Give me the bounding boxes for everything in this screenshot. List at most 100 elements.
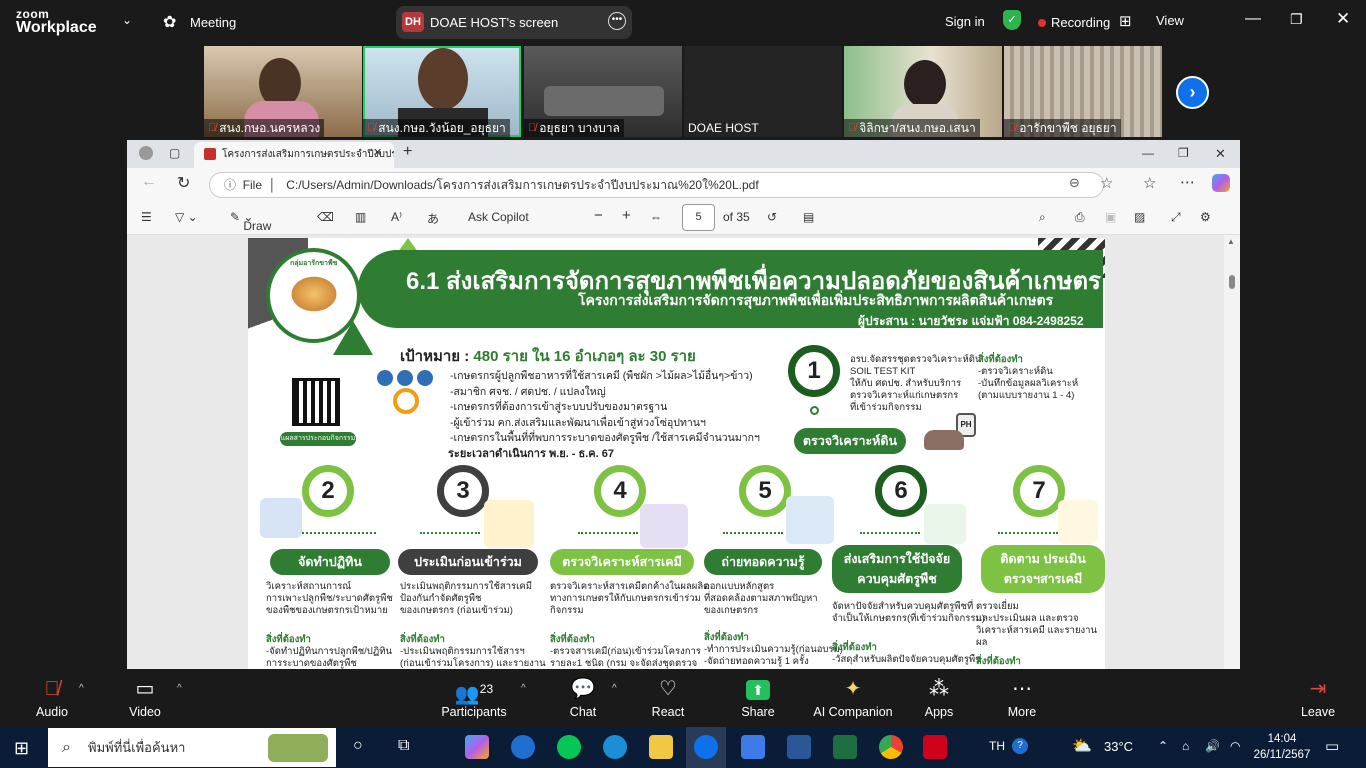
participant-tile[interactable]: 🎙̸ อารักขาพืช อยุธยา: [1004, 46, 1162, 137]
profile-icon[interactable]: [139, 146, 153, 160]
ask-copilot-button[interactable]: Ask Copilot: [468, 210, 529, 224]
participant-tile[interactable]: 🎙̸ สนง.กษอ.นครหลวง: [204, 46, 362, 137]
minimize-icon[interactable]: —: [1245, 10, 1261, 28]
zoom-in-button[interactable]: +: [622, 207, 631, 224]
step-3-need-list: -ประเมินพฤติกรรมการใช้สารฯ (ก่อนเข้าร่วม…: [400, 646, 546, 669]
save-as-icon[interactable]: ▨: [1134, 210, 1145, 224]
chevron-down-icon[interactable]: ⌄: [122, 13, 132, 27]
chat-button[interactable]: 💬 Chat: [568, 677, 598, 719]
read-aloud-icon[interactable]: A⁾: [391, 210, 402, 224]
fullscreen-icon[interactable]: ⤢: [1171, 210, 1181, 225]
recording-indicator[interactable]: Recording: [1038, 15, 1110, 30]
shield-icon[interactable]: ✓: [1003, 10, 1021, 30]
maximize-icon[interactable]: ❐: [1178, 146, 1189, 160]
back-icon[interactable]: ←: [141, 173, 157, 191]
volume-icon[interactable]: 🔊: [1205, 739, 1220, 753]
word-icon[interactable]: [787, 735, 811, 759]
share-button[interactable]: ⬆ Share: [740, 677, 776, 719]
participant-tile-active[interactable]: 🎙̸ สนง.กษอ.วังน้อย_อยุธยา: [363, 46, 521, 137]
close-icon[interactable]: ✕: [1215, 146, 1226, 162]
meeting-label[interactable]: Meeting: [190, 15, 236, 30]
temperature[interactable]: 33°C: [1104, 739, 1133, 754]
audio-options-caret-icon[interactable]: ^: [79, 683, 84, 694]
windows-start-icon[interactable]: ⊞: [14, 738, 29, 759]
screen-share-indicator[interactable]: DH DOAE HOST's screen •••: [396, 6, 632, 39]
erase-icon[interactable]: ⌫: [317, 210, 334, 224]
next-page-arrow-icon[interactable]: ›: [1176, 76, 1209, 109]
page-view-icon[interactable]: ▥: [355, 210, 366, 224]
draw-button[interactable]: ✎ Draw ⌄: [230, 210, 271, 233]
internet-explorer-icon[interactable]: [511, 735, 535, 759]
mic-muted-icon: 🎙̸: [44, 678, 60, 700]
zoom-out-icon[interactable]: ⊖: [1069, 175, 1080, 191]
scroll-up-icon[interactable]: ▲: [1227, 237, 1235, 246]
chrome-icon[interactable]: [879, 735, 903, 759]
search-icon[interactable]: ⌕: [1039, 210, 1046, 225]
excel-icon[interactable]: [833, 735, 857, 759]
chat-caret-icon[interactable]: ^: [612, 683, 617, 694]
show-hidden-icons-icon[interactable]: ⌃: [1158, 739, 1168, 753]
wifi-icon[interactable]: ◠: [1230, 739, 1240, 753]
two-page-icon[interactable]: ▤: [803, 210, 814, 224]
sign-in-button[interactable]: Sign in: [945, 14, 985, 29]
participant-tile[interactable]: 🎙̸ อยุธยา บางบาล: [524, 46, 682, 137]
calendar-app-icon[interactable]: [741, 735, 765, 759]
print-icon[interactable]: ⎙: [1075, 210, 1085, 225]
network-icon[interactable]: ⌂: [1182, 739, 1189, 753]
edge-browser-icon[interactable]: [603, 735, 627, 759]
participant-tile[interactable]: 🎙̸ จิลิกษา/สนง.กษอ.เสนา: [844, 46, 1002, 137]
minimize-icon[interactable]: —: [1142, 146, 1154, 160]
weather-icon[interactable]: ⛅: [1072, 736, 1092, 756]
clock[interactable]: 14:04 26/11/2567: [1248, 731, 1316, 763]
page-number-input[interactable]: 5: [682, 204, 715, 231]
zoom-out-button[interactable]: −: [594, 207, 603, 224]
ai-companion-button[interactable]: ✦ AI Companion: [812, 677, 894, 719]
fit-page-icon[interactable]: ⇔: [650, 210, 662, 224]
line-app-icon[interactable]: [557, 735, 581, 759]
task-view-icon[interactable]: ⧉: [398, 737, 409, 755]
contents-icon[interactable]: ☰: [141, 210, 152, 224]
copilot-icon[interactable]: [1212, 174, 1230, 192]
notifications-icon[interactable]: ▭: [1325, 737, 1339, 755]
more-options-icon[interactable]: •••: [608, 12, 626, 30]
grid-icon[interactable]: ⊞: [1119, 12, 1132, 30]
participants-caret-icon[interactable]: ^: [521, 683, 526, 694]
translate-icon[interactable]: あ: [427, 210, 439, 227]
close-icon[interactable]: ✕: [1336, 9, 1350, 29]
settings-gear-icon[interactable]: ⚙: [1200, 210, 1211, 224]
taskbar-search[interactable]: ⌕ พิมพ์ที่นี่เพื่อค้นหา: [48, 728, 336, 767]
audio-button[interactable]: 🎙̸ Audio: [34, 677, 70, 719]
highlight-icon[interactable]: ▽ ⌄: [175, 210, 198, 224]
new-tab-icon[interactable]: +: [403, 143, 412, 161]
vertical-scrollbar[interactable]: ▲: [1224, 235, 1240, 669]
pdf-viewer[interactable]: 6.1 ส่งเสริมการจัดการสุขภาพพืชเพื่อความป…: [127, 235, 1224, 669]
restore-icon[interactable]: ❐: [1290, 11, 1303, 28]
more-button[interactable]: ⋯ More: [1004, 677, 1040, 719]
participants-button[interactable]: 👥23 Participants: [440, 677, 508, 719]
scrollbar-thumb[interactable]: [1229, 275, 1235, 289]
favorites-icon[interactable]: ☆: [1143, 174, 1156, 192]
react-button[interactable]: ♡ React: [650, 677, 686, 719]
video-button[interactable]: ▭ Video: [127, 677, 163, 719]
help-icon[interactable]: ?: [1012, 738, 1028, 754]
cortana-icon[interactable]: ○: [353, 737, 363, 755]
zoom-app-icon[interactable]: [694, 735, 718, 759]
pdf-tab[interactable]: โครงการส่งเสริมการเกษตรประจำปีงบประ: [194, 142, 394, 168]
refresh-icon[interactable]: ↻: [177, 173, 190, 193]
file-explorer-icon[interactable]: [649, 735, 673, 759]
language-indicator[interactable]: TH: [989, 739, 1005, 753]
rotate-icon[interactable]: ↺: [767, 210, 777, 224]
copilot-app-icon[interactable]: [465, 735, 489, 759]
pdf-toolbar: ☰ ▽ ⌄ ✎ Draw ⌄ ⌫ ▥ A⁾ あ Ask Copilot − + …: [127, 201, 1240, 235]
apps-button[interactable]: ⁂ Apps: [922, 677, 956, 719]
tab-actions-icon[interactable]: ▢: [169, 146, 180, 160]
tab-close-icon[interactable]: ✕: [373, 146, 382, 159]
address-bar[interactable]: ⓘ File │ C:/Users/Admin/Downloads/โครงกา…: [209, 172, 1104, 198]
video-options-caret-icon[interactable]: ^: [177, 683, 182, 694]
participant-tile[interactable]: DOAE HOST: [684, 46, 842, 137]
view-button[interactable]: View: [1156, 13, 1184, 28]
acrobat-icon[interactable]: [923, 735, 947, 759]
favorite-star-icon[interactable]: ☆: [1100, 174, 1113, 192]
leave-button[interactable]: ⇥ Leave: [1300, 677, 1336, 719]
more-menu-icon[interactable]: ⋯: [1180, 173, 1195, 191]
